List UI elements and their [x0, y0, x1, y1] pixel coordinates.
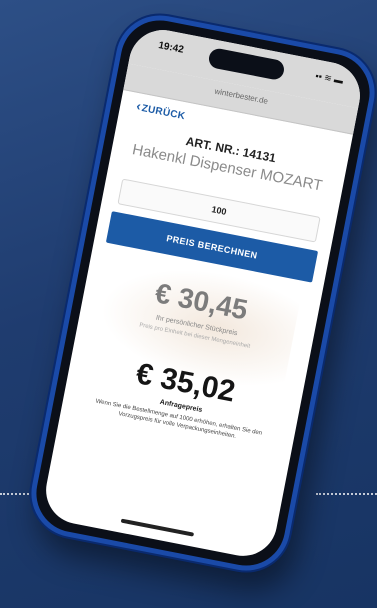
- status-time: 19:42: [157, 40, 185, 56]
- dotted-line-right: [316, 493, 377, 495]
- back-link[interactable]: ‹ZURÜCK: [135, 98, 187, 122]
- dynamic-island: [207, 47, 286, 82]
- home-indicator: [120, 518, 195, 537]
- signal-wifi-battery-icon: ▪▪ ≋ ▬: [314, 70, 345, 86]
- back-label: ZURÜCK: [140, 103, 187, 123]
- phone-screen: 19:42 ▪▪ ≋ ▬ winterbester.de ‹ZURÜCK ART…: [40, 24, 366, 562]
